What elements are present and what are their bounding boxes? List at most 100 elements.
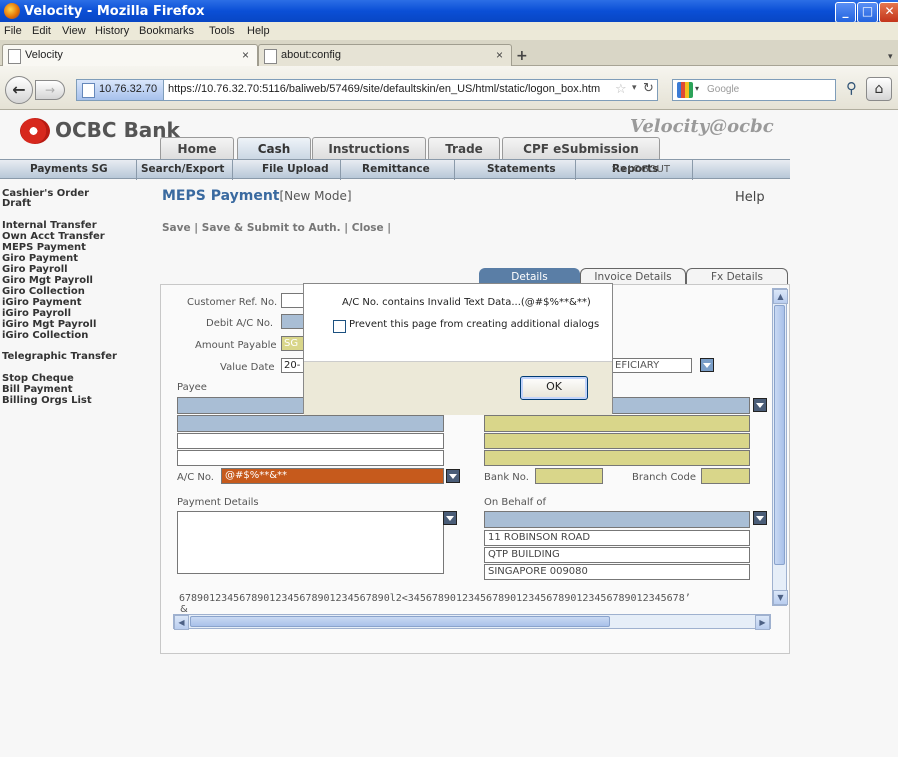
beneficiary-dropdown-icon[interactable] [700, 358, 714, 372]
tab-list-icon[interactable]: ▾ [888, 52, 893, 62]
subnav-statements[interactable]: Statements [487, 163, 556, 175]
sidebar-item-igiro-mgt-payroll[interactable]: iGiro Mgt Payroll [2, 320, 96, 330]
sidebar-item-draft[interactable]: Draft [2, 199, 31, 209]
vertical-scroll-thumb[interactable] [774, 305, 785, 565]
close-tab-icon[interactable]: × [496, 48, 503, 62]
sidebar-item-igiro-payroll[interactable]: iGiro Payroll [2, 309, 71, 319]
subnav-search-export[interactable]: Search/Export [141, 163, 224, 175]
scroll-right-icon[interactable]: ▶ [755, 615, 770, 630]
sidebar-item-billing-orgs-list[interactable]: Billing Orgs List [2, 396, 92, 406]
bookmark-star-icon[interactable]: ☆ [615, 82, 627, 97]
sidebar-item-own-acct-transfer[interactable]: Own Acct Transfer [2, 232, 105, 242]
menu-file[interactable]: File [4, 25, 22, 37]
tab-about-config[interactable]: about:config × [258, 44, 512, 67]
scroll-down-icon[interactable]: ▼ [773, 590, 788, 605]
close-tab-icon[interactable]: × [242, 48, 249, 62]
tab-velocity[interactable]: Velocity × [2, 44, 258, 67]
sidebar-item-igiro-payment[interactable]: iGiro Payment [2, 298, 81, 308]
bank-address-2[interactable] [484, 433, 750, 449]
search-magnifier-icon[interactable]: ⚲ [846, 79, 857, 97]
payee-address-2[interactable] [177, 433, 444, 449]
main-tab-cpf[interactable]: CPF eSubmission [502, 137, 660, 160]
main-tab-cash[interactable]: Cash [237, 137, 311, 160]
value-date-label: Value Date [220, 362, 275, 373]
payment-details-dropdown-icon[interactable] [443, 511, 457, 525]
ok-button[interactable]: OK [520, 376, 588, 400]
amount-payable-label: Amount Payable [195, 340, 277, 351]
beneficiary-select[interactable]: EFICIARY [612, 358, 692, 373]
mode-label: [New Mode] [279, 189, 352, 203]
sidebar-item-giro-payroll[interactable]: Giro Payroll [2, 265, 68, 275]
site-identity-button[interactable]: 10.76.32.70 [77, 80, 164, 100]
ac-no-label: A/C No. [177, 472, 214, 483]
bank-dropdown-icon[interactable] [753, 398, 767, 412]
google-icon[interactable] [677, 82, 693, 98]
prevent-dialogs-checkbox[interactable] [333, 320, 346, 333]
save-submit-link[interactable]: Save & Submit to Auth. [202, 222, 341, 234]
bank-no-input[interactable] [535, 468, 603, 484]
payee-address-3[interactable] [177, 450, 444, 466]
sidebar-item-igiro-collection[interactable]: iGiro Collection [2, 331, 88, 341]
branch-code-input[interactable] [701, 468, 750, 484]
horizontal-scrollbar[interactable]: ◀ ▶ [173, 614, 771, 630]
menu-view[interactable]: View [62, 25, 86, 37]
menu-bar: File Edit View History Bookmarks Tools H… [0, 22, 898, 40]
save-link[interactable]: Save [162, 222, 191, 234]
on-behalf-select[interactable] [484, 511, 750, 528]
sidebar-item-telegraphic-transfer[interactable]: Telegraphic Transfer [2, 352, 117, 362]
sidebar-item-internal-transfer[interactable]: Internal Transfer [2, 221, 97, 231]
menu-help[interactable]: Help [247, 25, 270, 37]
menu-edit[interactable]: Edit [32, 25, 51, 37]
menu-history[interactable]: History [95, 25, 129, 37]
main-tab-home[interactable]: Home [160, 137, 234, 160]
sidebar-item-bill-payment[interactable]: Bill Payment [2, 385, 73, 395]
new-tab-icon[interactable]: + [516, 48, 528, 64]
scroll-up-icon[interactable]: ▲ [773, 289, 788, 304]
payment-details-textarea[interactable] [177, 511, 444, 574]
help-link[interactable]: Help [735, 190, 765, 205]
main-tab-trade[interactable]: Trade [428, 137, 500, 160]
menu-tools[interactable]: Tools [209, 25, 235, 37]
home-icon[interactable]: ⌂ [866, 77, 892, 101]
tab-label: about:config [281, 49, 341, 61]
prevent-dialogs-label[interactable]: Prevent this page from creating addition… [349, 319, 599, 330]
on-behalf-address-2: QTP BUILDING [484, 547, 750, 563]
sidebar-item-giro-mgt-payroll[interactable]: Giro Mgt Payroll [2, 276, 93, 286]
bank-address-3[interactable] [484, 450, 750, 466]
value-date-input[interactable]: 20- [281, 358, 305, 373]
sidebar-item-stop-cheque[interactable]: Stop Cheque [2, 374, 74, 384]
engine-dropdown-icon[interactable]: ▾ [695, 84, 699, 93]
on-behalf-dropdown-icon[interactable] [753, 511, 767, 525]
reload-icon[interactable]: ↻ [643, 81, 654, 96]
search-box[interactable]: ▾ Google [672, 79, 836, 101]
url-bar[interactable]: 10.76.32.70 https://10.76.32.70:5116/bal… [76, 79, 658, 101]
sidebar-item-meps-payment[interactable]: MEPS Payment [2, 243, 86, 253]
maximize-button[interactable]: □ [857, 2, 878, 23]
back-arrow-icon[interactable]: ← [5, 76, 33, 104]
customer-ref-label: Customer Ref. No. [187, 297, 278, 308]
main-tab-instructions[interactable]: Instructions [312, 137, 426, 160]
scroll-left-icon[interactable]: ◀ [174, 615, 189, 630]
menu-bookmarks[interactable]: Bookmarks [139, 25, 194, 37]
close-link[interactable]: Close [352, 222, 384, 234]
tab-fx-details[interactable]: Fx Details [686, 268, 788, 285]
currency-field[interactable]: SG [281, 336, 305, 351]
sidebar-item-giro-collection[interactable]: Giro Collection [2, 287, 85, 297]
subnav-remittance[interactable]: Remittance [362, 163, 430, 175]
close-window-button[interactable]: ✕ [879, 2, 898, 23]
horizontal-scroll-thumb[interactable] [190, 616, 610, 627]
bank-address-1[interactable] [484, 415, 750, 432]
url-dropdown-icon[interactable]: ▾ [632, 83, 637, 93]
minimize-button[interactable]: _ [835, 2, 856, 23]
customer-ref-input[interactable] [281, 293, 305, 308]
forward-arrow-icon[interactable]: → [35, 80, 65, 100]
ac-no-input[interactable]: @#$%**&** [221, 468, 444, 484]
payee-address-1[interactable] [177, 415, 444, 432]
vertical-scrollbar[interactable]: ▲ ▼ [772, 288, 788, 606]
sidebar-item-giro-payment[interactable]: Giro Payment [2, 254, 78, 264]
logout-link[interactable]: >>LOGOUT [611, 164, 670, 175]
debit-ac-select[interactable] [281, 314, 305, 329]
subnav-file-upload[interactable]: File Upload [262, 163, 329, 175]
subnav-payments-sg[interactable]: Payments SG [30, 163, 108, 175]
ac-no-dropdown-icon[interactable] [446, 469, 460, 483]
